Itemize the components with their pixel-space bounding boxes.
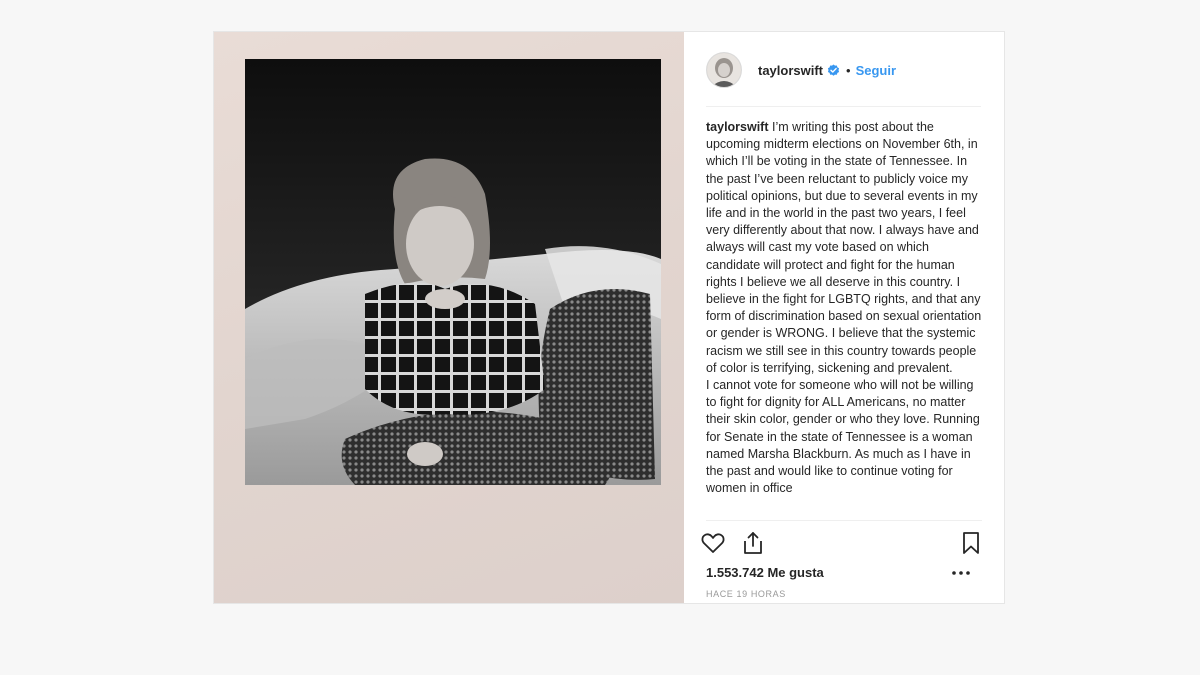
post-caption: taylorswift I’m writing this post about … bbox=[706, 119, 984, 519]
header-separator: • bbox=[846, 62, 851, 78]
post-timestamp: HACE 19 HORAS bbox=[706, 589, 786, 599]
heart-outline-icon[interactable] bbox=[700, 530, 726, 556]
avatar-image bbox=[707, 53, 741, 87]
post-sidebar: taylorswift • Seguir taylorswift I’m wri… bbox=[684, 32, 1004, 603]
verified-badge-icon bbox=[827, 63, 840, 76]
instagram-post: taylorswift • Seguir taylorswift I’m wri… bbox=[214, 32, 1004, 603]
caption-text: I’m writing this post about the upcoming… bbox=[706, 120, 982, 496]
caption-username[interactable]: taylorswift bbox=[706, 120, 769, 134]
post-actions bbox=[700, 530, 990, 558]
likes-count[interactable]: 1.553.742 Me gusta bbox=[706, 565, 824, 580]
bookmark-icon[interactable] bbox=[958, 530, 984, 556]
avatar[interactable] bbox=[706, 52, 742, 88]
post-image-area bbox=[214, 32, 684, 603]
share-icon[interactable] bbox=[740, 530, 766, 556]
post-photo[interactable] bbox=[245, 59, 661, 485]
post-header: taylorswift • Seguir bbox=[706, 50, 981, 107]
photo-illustration bbox=[245, 59, 661, 485]
caption-divider bbox=[706, 520, 982, 521]
more-options-icon[interactable] bbox=[951, 568, 971, 578]
follow-button[interactable]: Seguir bbox=[856, 63, 896, 78]
header-username[interactable]: taylorswift bbox=[758, 63, 823, 78]
